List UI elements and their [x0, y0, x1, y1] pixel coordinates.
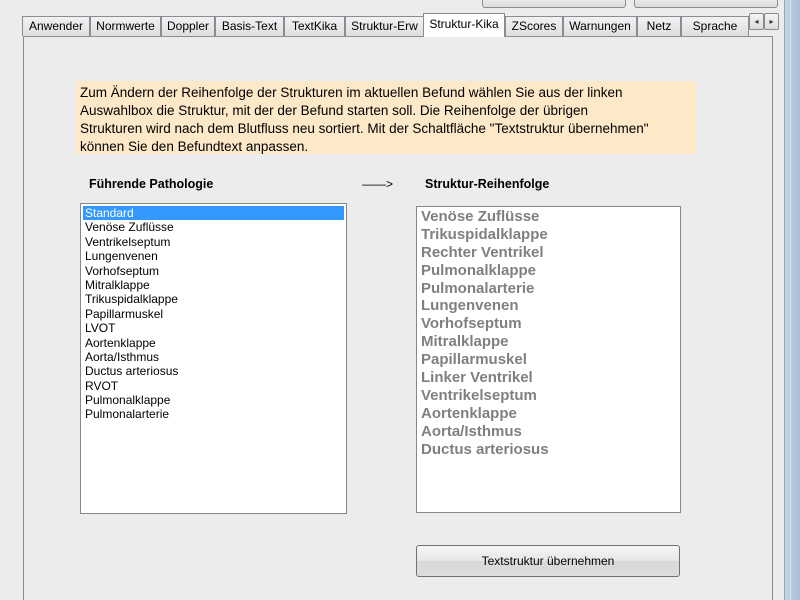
list-item: Lungenvenen: [421, 297, 519, 315]
chevron-left-icon: ◂: [754, 17, 759, 26]
list-item: Aortenklappe: [421, 404, 517, 422]
structure-order-listbox[interactable]: Venöse Zuflüsse Trikuspidalklappe Rechte…: [416, 206, 681, 513]
list-item[interactable]: RVOT: [83, 379, 344, 393]
list-item[interactable]: Vorhofseptum: [83, 264, 344, 278]
tab-label: Sprache: [692, 19, 738, 33]
chevron-right-icon: ▸: [769, 17, 774, 26]
arrow-indicator: ——>: [362, 177, 394, 191]
right-list-heading: Struktur-Reihenfolge: [425, 177, 550, 191]
list-item[interactable]: Standard: [83, 206, 344, 221]
tab-label: Netz: [646, 19, 672, 33]
list-item[interactable]: Trikuspidalklappe: [83, 292, 344, 306]
tab-label: Struktur-Kika: [429, 17, 499, 31]
tab-label: Warnungen: [569, 19, 631, 33]
list-item: Pulmonalarterie: [421, 279, 535, 297]
top-button-left[interactable]: [482, 0, 626, 8]
window-right-border: [784, 0, 800, 600]
list-item[interactable]: Lungenvenen: [83, 249, 344, 263]
tab-textkika[interactable]: TextKika: [284, 16, 345, 36]
apply-text-structure-button[interactable]: Textstruktur übernehmen: [416, 545, 680, 577]
tab-sprache[interactable]: Sprache: [681, 16, 749, 36]
tab-label: ZScores: [511, 19, 557, 33]
list-item: Rechter Ventrikel: [421, 243, 544, 261]
list-item: Ductus arteriosus: [421, 440, 549, 458]
list-item: Mitralklappe: [421, 333, 509, 351]
list-item[interactable]: Ventrikelseptum: [83, 235, 344, 249]
tab-doppler[interactable]: Doppler: [161, 16, 215, 36]
top-button-right[interactable]: [634, 0, 778, 8]
list-item[interactable]: Pulmonalarterie: [83, 407, 344, 421]
list-item: Vorhofseptum: [421, 315, 522, 333]
list-item: Trikuspidalklappe: [421, 225, 548, 243]
tab-anwender[interactable]: Anwender: [22, 16, 90, 36]
tab-strip: Anwender Normwerte Doppler Basis-Text Te…: [22, 12, 772, 37]
list-item[interactable]: Aorta/Isthmus: [83, 350, 344, 364]
tab-label: Struktur-Erw: [351, 19, 418, 33]
tab-label: TextKika: [291, 19, 338, 33]
list-item: Pulmonalklappe: [421, 261, 537, 279]
list-item[interactable]: Venöse Zuflüsse: [83, 220, 344, 234]
leading-pathology-listbox[interactable]: Standard Venöse Zuflüsse Ventrikelseptum…: [80, 203, 347, 514]
tab-scroll-right-button[interactable]: ▸: [764, 13, 779, 30]
list-item: Ventrikelseptum: [421, 386, 537, 404]
left-list-heading: Führende Pathologie: [89, 177, 214, 191]
list-item[interactable]: Aortenklappe: [83, 336, 344, 350]
tab-basis-text[interactable]: Basis-Text: [215, 16, 284, 36]
tab-netz[interactable]: Netz: [637, 16, 681, 36]
tab-zscores[interactable]: ZScores: [505, 16, 563, 36]
tab-label: Normwerte: [96, 19, 155, 33]
list-item[interactable]: Papillarmuskel: [83, 307, 344, 321]
list-item: Aorta/Isthmus: [421, 422, 522, 440]
window-border-highlight: [790, 0, 791, 600]
tab-struktur-erw[interactable]: Struktur-Erw: [345, 16, 424, 36]
list-item[interactable]: Pulmonalklappe: [83, 393, 344, 407]
tab-struktur-kika[interactable]: Struktur-Kika: [423, 13, 505, 37]
list-item: Linker Ventrikel: [421, 369, 533, 387]
list-item: Venöse Zuflüsse: [421, 208, 540, 225]
list-item[interactable]: LVOT: [83, 321, 344, 335]
list-item: Papillarmuskel: [421, 351, 527, 369]
list-item[interactable]: Mitralklappe: [83, 278, 344, 292]
info-text: Zum Ändern der Reihenfolge der Strukture…: [76, 81, 696, 154]
settings-window: Anwender Normwerte Doppler Basis-Text Te…: [0, 0, 800, 600]
list-item[interactable]: Ductus arteriosus: [83, 364, 344, 378]
tab-label: Anwender: [28, 19, 84, 33]
tab-warnungen[interactable]: Warnungen: [563, 16, 637, 36]
tab-scroll-left-button[interactable]: ◂: [749, 13, 764, 30]
tab-label: Basis-Text: [221, 19, 278, 33]
tab-normwerte[interactable]: Normwerte: [90, 16, 161, 36]
tab-label: Doppler: [166, 19, 210, 33]
